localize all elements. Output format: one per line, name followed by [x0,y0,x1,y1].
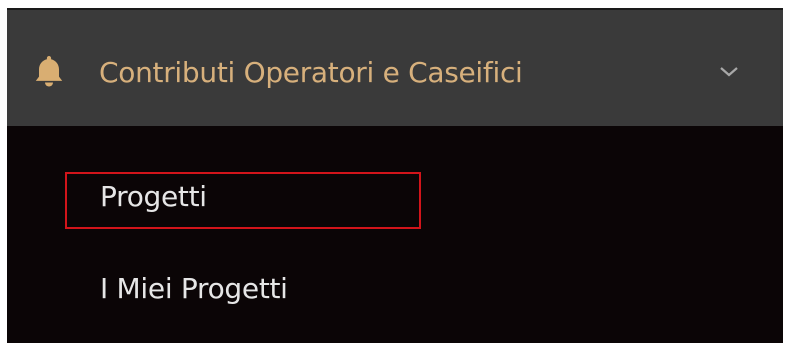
menu-section-header[interactable]: Contributi Operatori e Caseifici [7,8,783,126]
submenu-item-i-miei-progetti[interactable]: I Miei Progetti [100,272,288,306]
chevron-down-icon[interactable] [718,64,740,80]
menu-section-title: Contributi Operatori e Caseifici [99,56,523,89]
submenu-item-progetti[interactable]: Progetti [100,180,207,214]
sidebar-menu: Contributi Operatori e Caseifici Progett… [7,8,783,343]
bell-icon [31,53,67,89]
